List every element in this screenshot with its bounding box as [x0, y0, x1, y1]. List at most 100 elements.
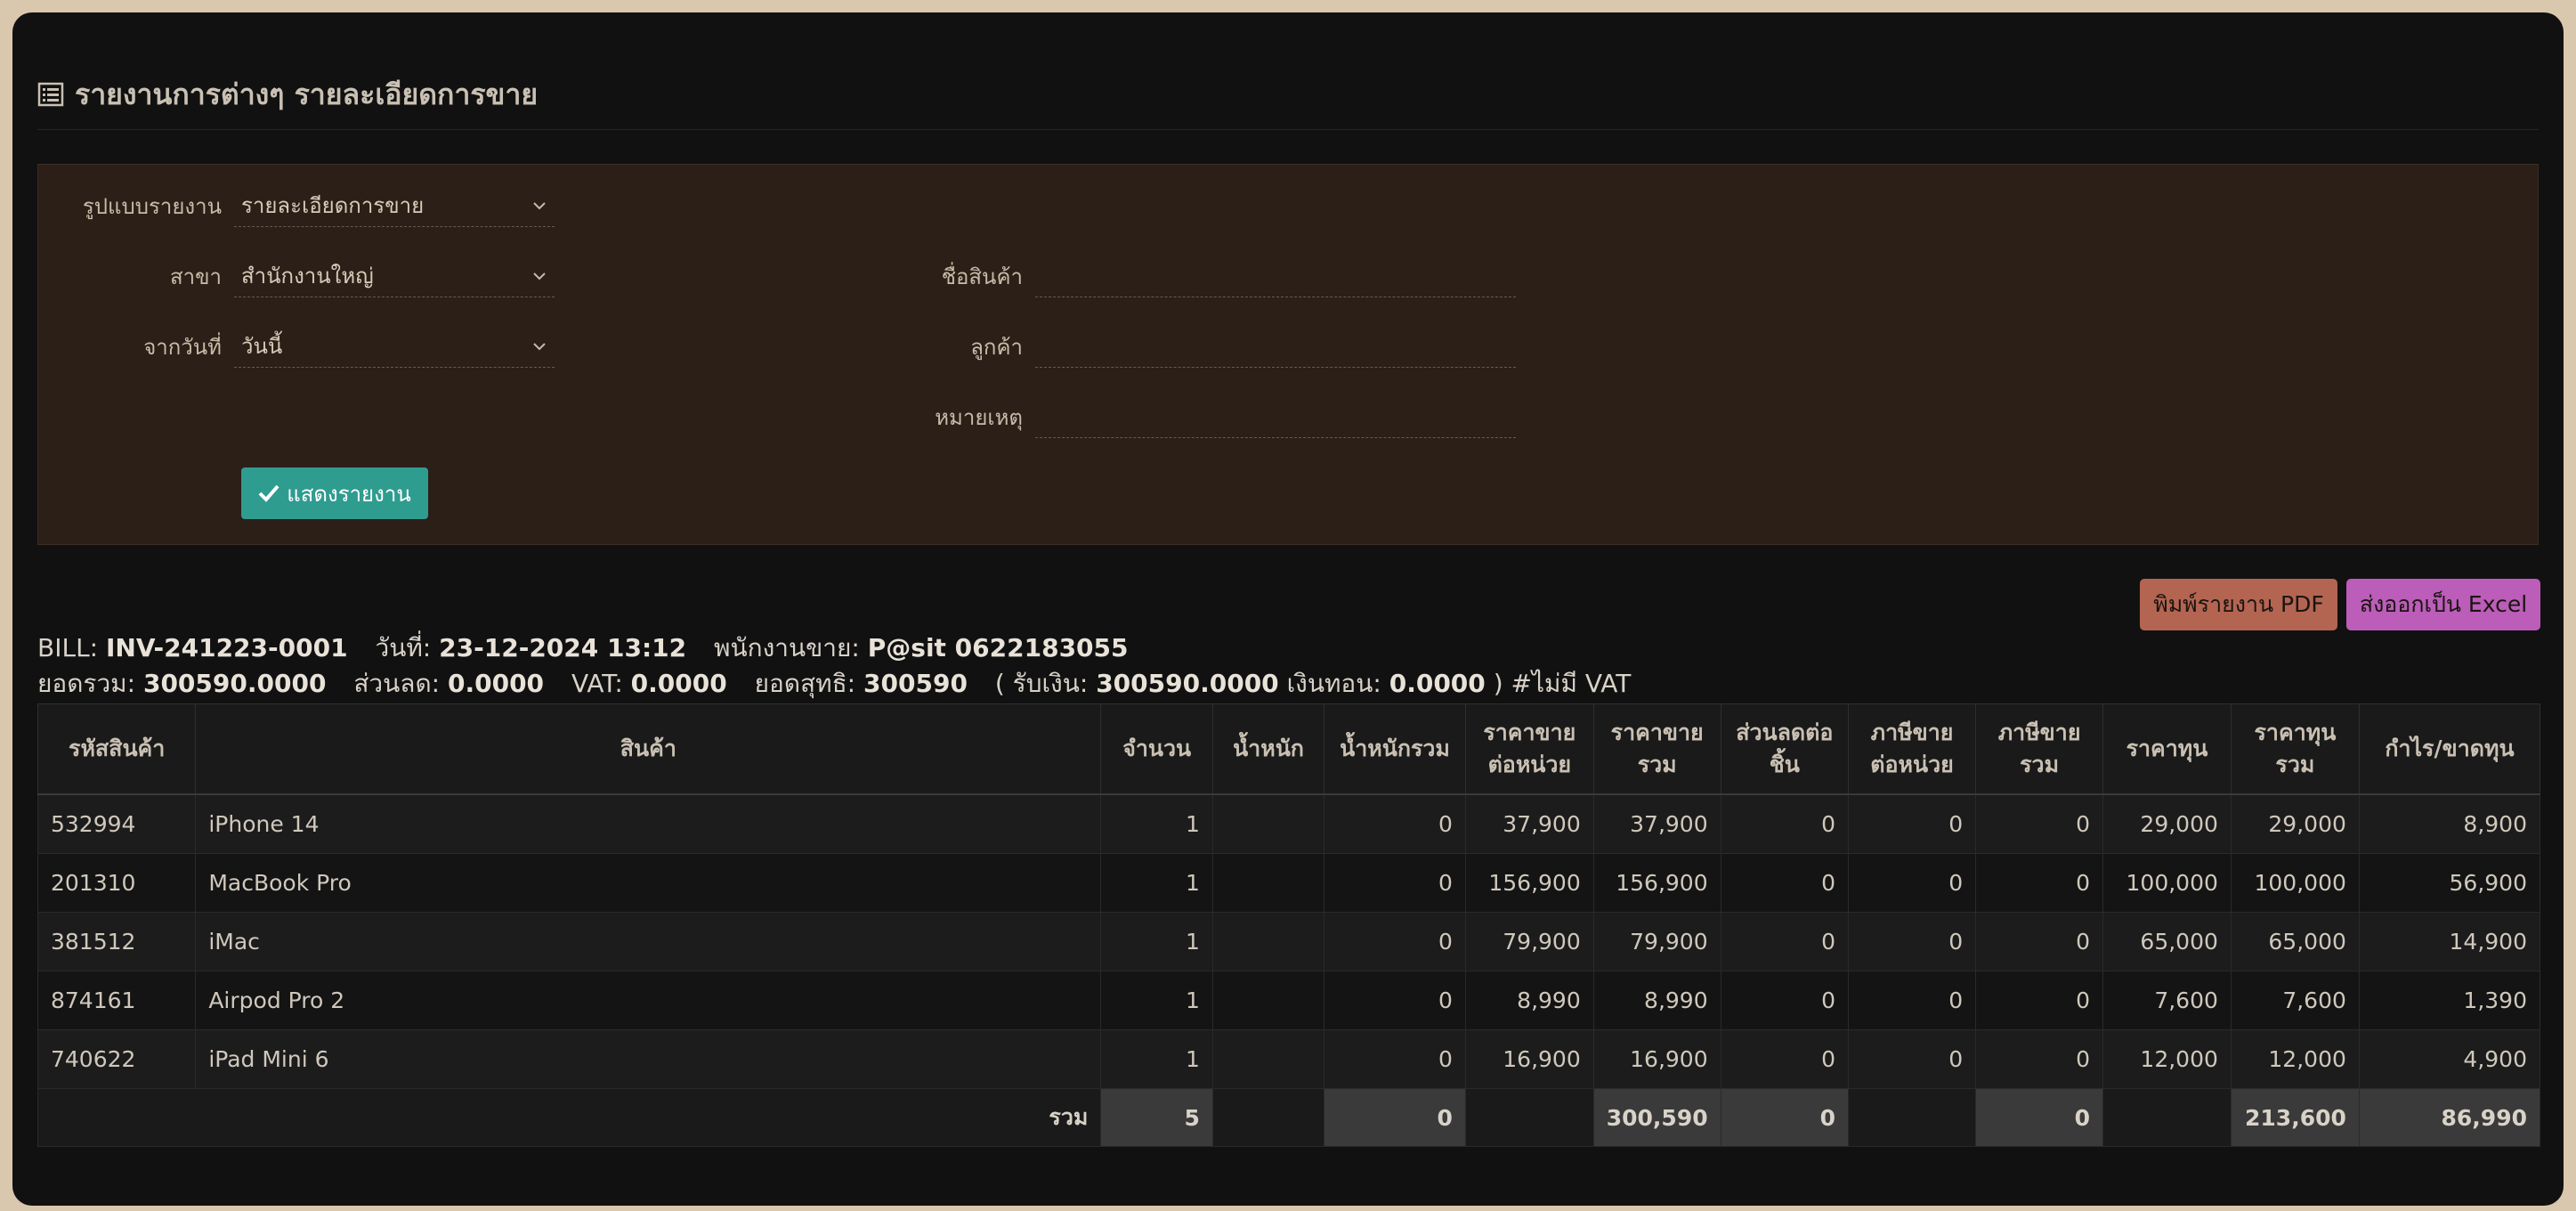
- table-cell: 381512: [36, 912, 197, 971]
- product-name-input[interactable]: [1035, 255, 1516, 297]
- table-cell: 8,990: [1592, 971, 1721, 1030]
- net-label: ยอดสุทธิ:: [754, 669, 856, 698]
- branch-row: สาขา สำนักงานใหญ่: [38, 235, 555, 297]
- footer-profit: 86,990: [2358, 1088, 2541, 1147]
- table-cell: 37,900: [1464, 793, 1594, 854]
- from-date-row: จากวันที่ วันนี้: [38, 305, 555, 368]
- note-label: หมายเหตุ: [935, 404, 1023, 430]
- footer-weight-total: 0: [1324, 1088, 1466, 1147]
- column-header: ราคาขาย ต่อหน่วย: [1464, 703, 1594, 795]
- net-value: 300590: [863, 669, 968, 698]
- table-cell: 740622: [36, 1029, 197, 1089]
- page-title: รายงานการต่างๆ รายละเอียดการขาย: [37, 68, 538, 121]
- table-cell: 1: [1100, 912, 1213, 971]
- total-label: ยอดรวม:: [37, 669, 136, 698]
- vat-label: VAT:: [571, 669, 623, 698]
- table-cell: 0: [1975, 912, 2104, 971]
- table-cell: 65,000: [2230, 912, 2360, 971]
- branch-label: สาขา: [169, 264, 222, 289]
- table-footer-row: รวม 5 0 300,590 0 0 213,600 86,990: [36, 1088, 2541, 1147]
- sales-detail-table: รหัสสินค้า สินค้า จำนวน น้ำหนัก น้ำหนักรวม รา…: [36, 703, 2541, 1147]
- table-cell: 156,900: [1464, 853, 1594, 913]
- table-cell: iPhone 14: [195, 793, 1102, 854]
- column-header: น้ำหนัก: [1211, 703, 1325, 795]
- table-cell: 79,900: [1464, 912, 1594, 971]
- report-type-select[interactable]: รายละเอียดการขาย: [234, 184, 555, 227]
- table-cell: 532994: [36, 793, 197, 854]
- table-row: 740622 iPad Mini 6 1 0 16,900 16,900 0 0 0 12,000…: [36, 1029, 2541, 1089]
- customer-input[interactable]: [1035, 325, 1516, 368]
- column-header: ส่วนลดต่อ ชิ้น: [1720, 703, 1849, 795]
- from-date-select[interactable]: วันนี้: [234, 325, 555, 368]
- chevron-down-icon: [533, 342, 546, 350]
- page-title-text: รายงานการต่างๆ รายละเอียดการขาย: [75, 77, 539, 111]
- table-cell: 0: [1847, 912, 1977, 971]
- table-cell: [1211, 1029, 1325, 1089]
- table-cell: [1211, 971, 1325, 1030]
- from-date-label: จากวันที่: [143, 334, 222, 360]
- branch-select[interactable]: สำนักงานใหญ่: [234, 255, 555, 297]
- table-cell: 1,390: [2358, 971, 2541, 1030]
- table-cell: 12,000: [2102, 1029, 2232, 1089]
- table-cell: 0: [1324, 912, 1466, 971]
- bill-date: 23-12-2024 13:12: [439, 633, 687, 662]
- column-header: จำนวน: [1100, 703, 1213, 795]
- table-cell: Airpod Pro 2: [195, 971, 1102, 1030]
- table-cell: 29,000: [2230, 793, 2360, 854]
- table-cell: 8,900: [2358, 793, 2541, 854]
- column-header: ราคาทุน รวม: [2230, 703, 2360, 795]
- table-cell: iMac: [195, 912, 1102, 971]
- branch-value: สำนักงานใหญ่: [241, 264, 374, 289]
- footer-qty: 5: [1100, 1088, 1213, 1147]
- column-header: ภาษีขาย ต่อหน่วย: [1847, 703, 1977, 795]
- received-label: ( รับเงิน:: [994, 669, 1089, 698]
- table-cell: 0: [1975, 853, 2104, 913]
- total-value: 300590.0000: [142, 669, 327, 698]
- note-input[interactable]: [1035, 395, 1516, 438]
- table-cell: 0: [1847, 853, 1977, 913]
- bill-label: BILL:: [37, 633, 99, 662]
- footer-cost: [2102, 1088, 2232, 1147]
- column-header: ภาษีขาย รวม: [1975, 703, 2104, 795]
- note-row: หมายเหตุ: [839, 376, 1516, 438]
- footer-cost-total: 213,600: [2230, 1088, 2360, 1147]
- received-value: 300590.0000: [1096, 669, 1279, 698]
- vat-note: ) #ไม่มี VAT: [1493, 669, 1632, 698]
- table-cell: 0: [1975, 1029, 2104, 1089]
- table-cell: [1211, 793, 1325, 854]
- discount-value: 0.0000: [447, 669, 545, 698]
- table-cell: 100,000: [2102, 853, 2232, 913]
- chevron-down-icon: [533, 201, 546, 209]
- date-label: วันที่:: [375, 633, 432, 662]
- table-cell: 56,900: [2358, 853, 2541, 913]
- table-cell: 0: [1324, 971, 1466, 1030]
- from-date-value: วันนี้: [241, 334, 283, 359]
- divider: [37, 129, 2539, 130]
- print-pdf-button[interactable]: พิมพ์รายงาน PDF: [2140, 579, 2337, 630]
- column-header: สินค้า: [195, 703, 1102, 795]
- table-cell: [1211, 853, 1325, 913]
- vat-value: 0.0000: [630, 669, 727, 698]
- column-header: ราคาขาย รวม: [1592, 703, 1721, 795]
- footer-unit-price: [1464, 1088, 1594, 1147]
- table-row: 874161 Airpod Pro 2 1 0 8,990 8,990 0 0 0 7,600 7,…: [36, 971, 2541, 1030]
- table-cell: 0: [1975, 793, 2104, 854]
- change-label: เงินทอน:: [1286, 669, 1381, 698]
- show-report-button[interactable]: แสดงรายงาน: [241, 467, 428, 519]
- table-cell: 0: [1847, 793, 1977, 854]
- table-cell: iPad Mini 6: [195, 1029, 1102, 1089]
- table-cell: 14,900: [2358, 912, 2541, 971]
- table-cell: 0: [1975, 971, 2104, 1030]
- table-cell: 0: [1720, 971, 1849, 1030]
- staff-name: P@sit 0622183055: [867, 633, 1129, 662]
- bill-info-line: BILL: INV-241223-0001 วันที่: 23-12-2024…: [37, 629, 1129, 668]
- table-cell: 7,600: [2102, 971, 2232, 1030]
- footer-tax-total: 0: [1975, 1088, 2104, 1147]
- report-type-value: รายละเอียดการขาย: [241, 193, 425, 218]
- table-cell: 0: [1324, 793, 1466, 854]
- show-report-label: แสดงรายงาน: [287, 481, 411, 507]
- discount-label: ส่วนลด:: [353, 669, 441, 698]
- report-panel: รายงานการต่างๆ รายละเอียดการขาย รูปแบบรา…: [12, 12, 2564, 1206]
- export-excel-button[interactable]: ส่งออกเป็น Excel: [2346, 579, 2540, 630]
- footer-label: รวม: [36, 1088, 1102, 1147]
